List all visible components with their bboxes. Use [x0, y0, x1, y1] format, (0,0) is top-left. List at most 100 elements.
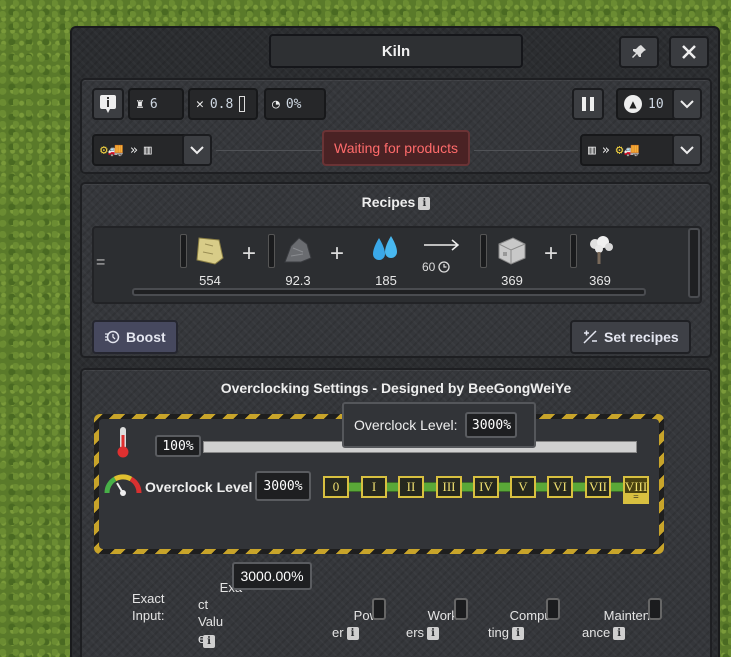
level-4-button[interactable]: IV	[473, 476, 499, 498]
level-8-button[interactable]: VIII =	[623, 476, 649, 504]
arrow-right-icon	[424, 239, 460, 251]
title-bar[interactable]: Kiln	[72, 28, 718, 76]
truck-icon: ⚙🚚	[615, 142, 640, 158]
maintenance-toggle-label: Mainten ance i	[582, 590, 650, 657]
drag-handle[interactable]: =	[96, 254, 105, 272]
arrow-icon: »	[130, 142, 138, 158]
ingredient-limestone[interactable]: 554	[188, 234, 232, 288]
truck-icon: ⚙🚚	[100, 142, 125, 158]
efficiency-chip[interactable]: ◔ 0%	[264, 88, 326, 120]
pause-button[interactable]	[572, 88, 604, 120]
chevron-down-icon	[190, 146, 204, 155]
info-icon[interactable]: i	[511, 627, 524, 641]
pause-icon	[582, 97, 594, 111]
computing-toggle-label: Compu ting i	[488, 590, 552, 657]
temperature-value: 100%	[155, 435, 201, 457]
exact-value-input[interactable]: 3000.00%	[232, 562, 312, 590]
recipe-row[interactable]: = 554 + 92.3 + 185 60 369 + 369	[92, 226, 702, 304]
chevron-down-icon	[680, 146, 694, 155]
divider	[216, 150, 328, 151]
divider	[474, 150, 578, 151]
vertical-scrollbar[interactable]	[688, 228, 700, 298]
priority-up-icon: ▲	[624, 95, 642, 113]
gauge-icon: ◔	[272, 96, 280, 112]
priority-value: 10	[648, 96, 664, 112]
buffer-bar	[268, 234, 275, 268]
info-icon	[100, 95, 116, 113]
output-logistics-dropdown[interactable]	[672, 134, 702, 166]
priority-chip[interactable]: ▲ 10	[616, 88, 678, 120]
overclock-level-label: Overclock Level	[145, 479, 253, 495]
selected-marker: =	[625, 493, 647, 503]
pin-button[interactable]	[619, 36, 659, 68]
slag-icon	[284, 237, 312, 263]
status-badge: Waiting for products	[322, 130, 470, 166]
tooltip-label: Overclock Level:	[354, 417, 458, 433]
output-logistics-chip[interactable]: ▥ » ⚙🚚	[580, 134, 676, 166]
level-3-button[interactable]: III	[436, 476, 462, 498]
level-6-button[interactable]: VI	[547, 476, 573, 498]
plus-icon: +	[242, 240, 257, 267]
input-logistics-dropdown[interactable]	[182, 134, 212, 166]
info-button[interactable]	[92, 88, 124, 120]
ingredient-water[interactable]: 185	[364, 234, 408, 288]
horizontal-scrollbar[interactable]	[132, 288, 646, 296]
tooltip-value: 3000%	[465, 412, 518, 438]
buffer-bar	[480, 234, 487, 268]
product-exhaust[interactable]: 369	[578, 234, 622, 288]
level-5-button[interactable]: V	[510, 476, 536, 498]
product-bricks[interactable]: 369	[490, 234, 534, 288]
efficiency-value: 0%	[285, 96, 302, 112]
close-icon	[682, 45, 696, 59]
pin-icon	[632, 45, 646, 58]
chevron-down-icon	[680, 100, 694, 109]
worker-icon: ♜	[136, 96, 144, 112]
limestone-icon	[196, 237, 224, 265]
computing-toggle[interactable]	[546, 598, 560, 620]
maintenance-chip[interactable]: ✕ 0.8	[188, 88, 258, 120]
plus-icon: +	[544, 240, 559, 267]
exact-input-label: Exact Input:	[132, 591, 165, 623]
info-icon[interactable]: i	[613, 627, 626, 641]
info-icon[interactable]: i	[203, 635, 215, 648]
boost-button[interactable]: Boost	[92, 320, 178, 354]
input-logistics-chip[interactable]: ⚙🚚 » ▥	[92, 134, 188, 166]
set-recipes-button[interactable]: Set recipes	[570, 320, 691, 354]
workers-value: 6	[149, 96, 158, 112]
window-title: Kiln	[269, 34, 523, 68]
workers-chip[interactable]: ♜ 6	[128, 88, 184, 120]
clock-icon	[438, 261, 451, 273]
ingredient-amount: 92.3	[285, 273, 311, 288]
set-recipes-label: Set recipes	[604, 329, 679, 345]
recipes-title-text: Recipes	[361, 194, 416, 210]
factory-icon: ▥	[143, 142, 152, 158]
product-amount: 369	[589, 273, 611, 288]
maintenance-value: 0.8	[209, 96, 234, 112]
workers-toggle-label: Work ers i	[406, 590, 458, 657]
exhaust-icon	[590, 236, 613, 264]
info-icon[interactable]: i	[418, 196, 431, 210]
close-button[interactable]	[669, 36, 709, 68]
buffer-bar	[570, 234, 577, 268]
maintenance-toggle[interactable]	[648, 598, 662, 620]
buffer-bar	[180, 234, 187, 268]
power-toggle[interactable]	[372, 598, 386, 620]
ingredient-amount: 185	[375, 273, 397, 288]
workers-toggle[interactable]	[454, 598, 468, 620]
ingredient-slag[interactable]: 92.3	[276, 234, 320, 288]
set-recipes-icon	[583, 330, 597, 344]
level-2-button[interactable]: II	[398, 476, 424, 498]
status-panel: ♜ 6 ✕ 0.8 ◔ 0% ▲ 10 ⚙🚚 » ▥ Waiting for p…	[80, 78, 712, 174]
priority-dropdown[interactable]	[672, 88, 702, 120]
recipes-title: Recipes i	[82, 194, 710, 210]
boost-icon	[105, 330, 120, 344]
overclock-tooltip: Overclock Level: 3000%	[342, 402, 536, 448]
level-7-button[interactable]: VII	[585, 476, 611, 498]
level-0-button[interactable]: 0	[323, 476, 349, 498]
factory-icon: ▥	[588, 142, 596, 158]
level-1-button[interactable]: I	[361, 476, 387, 498]
info-icon[interactable]: i	[346, 627, 359, 641]
info-icon[interactable]: i	[427, 627, 440, 641]
bricks-icon	[498, 237, 526, 265]
plus-icon: +	[330, 240, 345, 267]
